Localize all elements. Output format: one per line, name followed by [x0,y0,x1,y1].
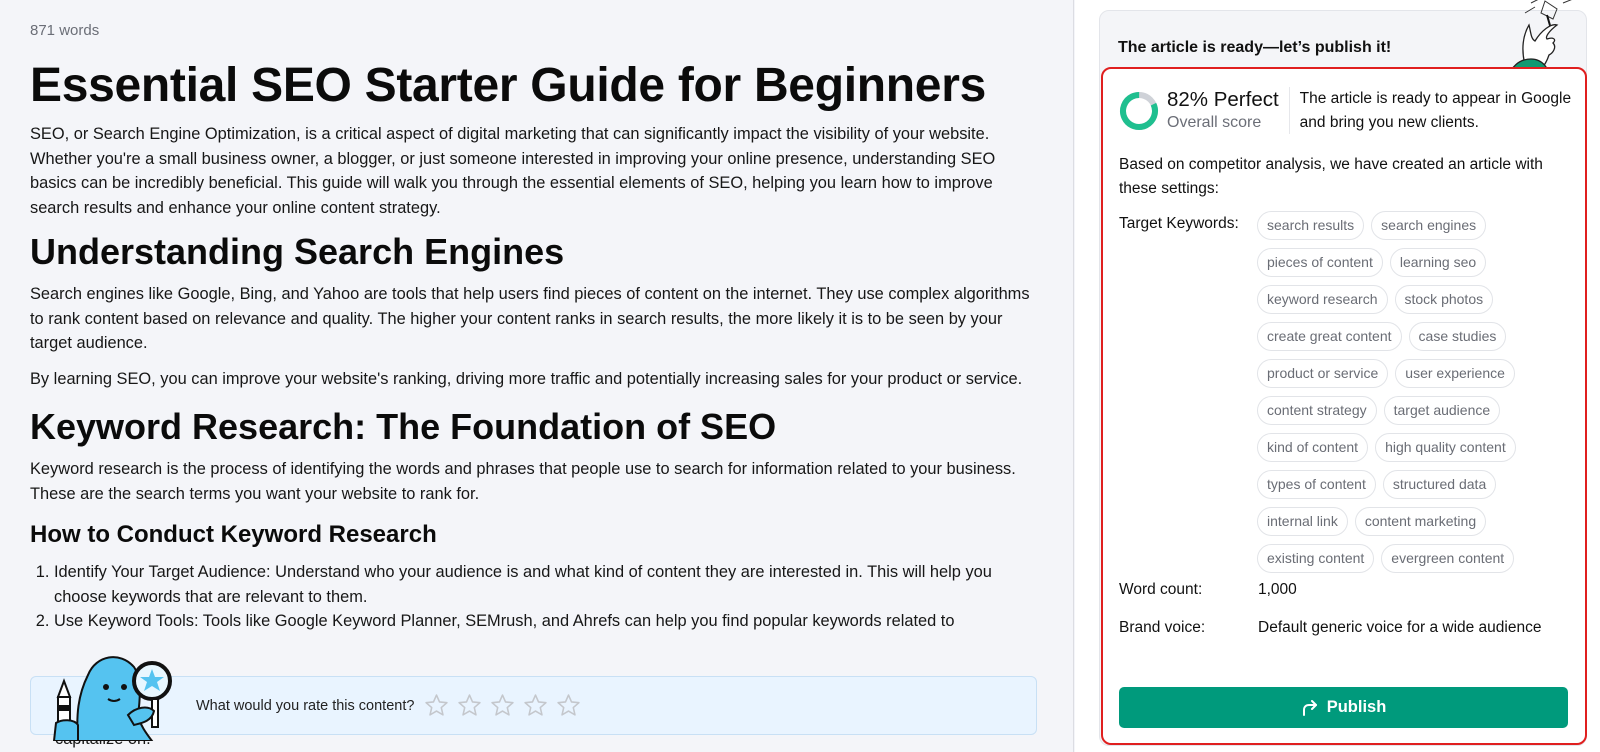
star-icon[interactable] [457,693,482,718]
keyword-chip: existing content [1257,544,1375,573]
list-item[interactable]: Identify Your Target Audience: Understan… [54,560,1040,609]
article-settings-box: 82% Perfect Overall score The article is… [1101,67,1587,745]
keyword-chip: pieces of content [1257,248,1383,277]
star-icon[interactable] [490,693,515,718]
keyword-chip: user experience [1395,359,1515,388]
steps-list: Identify Your Target Audience: Understan… [30,560,1040,634]
score-sublabel: Overall score [1167,114,1262,131]
word-count-label: Word count: [1119,581,1203,598]
content-rating-bar: What would you rate this content? [30,676,1037,735]
star-icon[interactable] [556,693,581,718]
article-editor[interactable]: 871 words Essential SEO Starter Guide fo… [0,0,1074,752]
article-content: 871 words Essential SEO Starter Guide fo… [30,22,1040,634]
section-heading-search-engines[interactable]: Understanding Search Engines [30,230,1040,274]
keyword-chip: stock photos [1394,285,1494,314]
keyword-chip: learning seo [1389,248,1487,277]
score-ring-icon [1120,92,1158,130]
list-item[interactable]: Use Keyword Tools: Tools like Google Key… [54,609,1040,634]
panel-title: The article is ready—let’s publish it! [1118,39,1392,56]
octopus-mascot-icon [52,656,172,741]
subheading-conduct-research[interactable]: How to Conduct Keyword Research [30,520,1040,550]
word-count: 871 words [30,22,100,39]
keyword-chip: search engines [1371,211,1487,240]
target-keywords-label: Target Keywords: [1119,215,1239,232]
brand-voice-value: Default generic voice for a wide audienc… [1258,619,1542,636]
star-rating [424,693,589,718]
keyword-chip: structured data [1382,470,1497,499]
keyword-chip-list: search results search engines pieces of co… [1257,211,1577,573]
rating-prompt: What would you rate this content? [196,697,415,714]
keyword-chip: create great content [1257,322,1402,351]
keyword-chip: kind of content [1257,433,1369,462]
section-heading-keyword-research[interactable]: Keyword Research: The Foundation of SEO [30,405,1040,449]
keyword-chip: internal link [1257,507,1348,536]
keyword-chip: search results [1257,211,1365,240]
keyword-chip: case studies [1408,322,1507,351]
keyword-chip: high quality content [1375,433,1516,462]
keyword-chip: evergreen content [1381,544,1515,573]
keyword-chip: product or service [1257,359,1389,388]
word-count-value: 1,000 [1258,581,1297,598]
publish-panel: The article is ready—let’s publish it! 8… [1075,0,1600,752]
paragraph[interactable]: By learning SEO, you can improve your we… [30,367,1040,392]
paragraph[interactable]: Search engines like Google, Bing, and Ya… [30,282,1040,356]
keyword-chip: content strategy [1257,396,1377,425]
keyword-chip: content marketing [1354,507,1487,536]
share-arrow-icon [1302,699,1317,716]
keyword-chip: keyword research [1257,285,1388,314]
score-ring-fill [1120,92,1158,130]
publish-label: Publish [1326,698,1387,716]
publish-card: The article is ready—let’s publish it! 8… [1099,0,1587,746]
keyword-chip: types of content [1257,470,1376,499]
keyword-chip: target audience [1383,396,1501,425]
star-icon[interactable] [424,693,449,718]
score-description: The article is ready to appear in Google… [1299,90,1572,131]
settings-intro: Based on competitor analysis, we have cr… [1119,156,1543,197]
brand-voice-label: Brand voice: [1119,619,1206,636]
intro-paragraph[interactable]: SEO, or Search Engine Optimization, is a… [30,122,1040,220]
paragraph[interactable]: Keyword research is the process of ident… [30,457,1040,506]
article-title[interactable]: Essential SEO Starter Guide for Beginner… [30,58,1040,114]
publish-button[interactable]: Publish [1119,687,1568,728]
score-value: 82% Perfect [1167,88,1279,111]
score-summary: 82% Perfect Overall score The article is… [1119,87,1580,135]
score-text: 82% Perfect Overall score [1167,87,1290,134]
star-icon[interactable] [523,693,548,718]
